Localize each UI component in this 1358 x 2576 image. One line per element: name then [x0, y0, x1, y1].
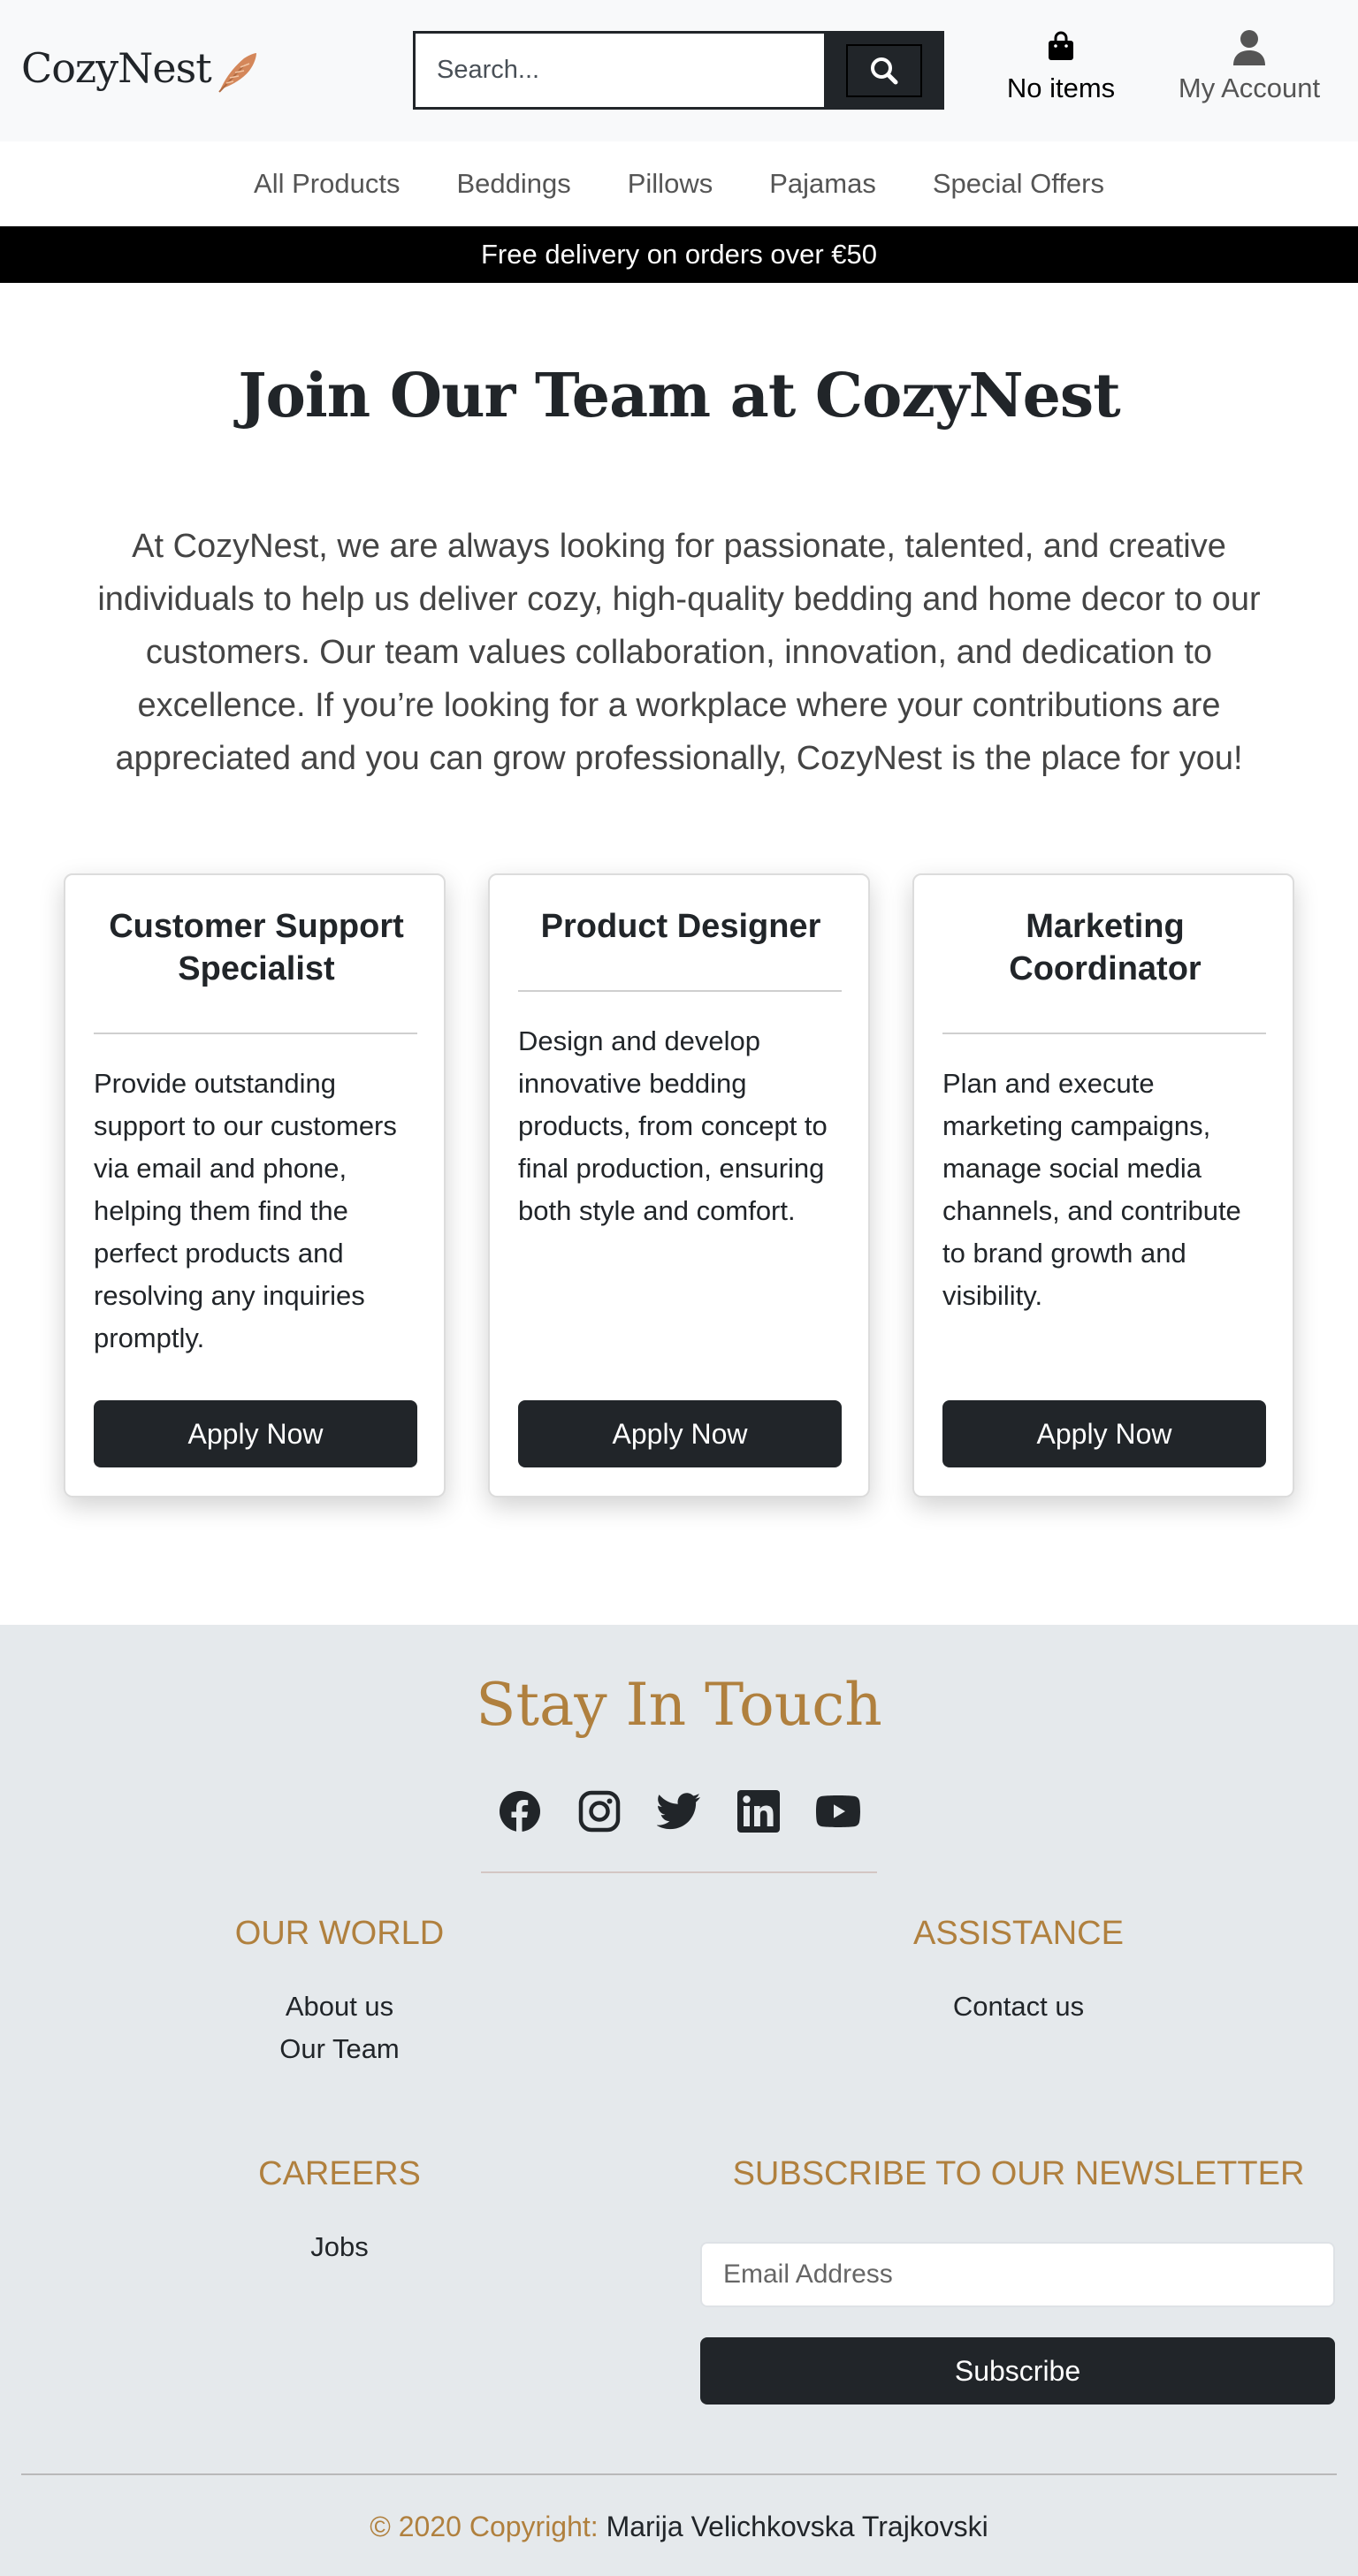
copyright-author-link[interactable]: Marija Velichkovska Trajkovski [607, 2511, 988, 2542]
social-links [0, 1789, 1358, 1833]
twitter-link[interactable] [657, 1789, 701, 1833]
footer-divider [481, 1871, 877, 1873]
intro-text: At CozyNest, we are always looking for p… [97, 528, 1261, 777]
job-description: Provide outstanding support to our custo… [94, 1068, 397, 1353]
facebook-icon [500, 1791, 540, 1832]
copyright: © 2020 Copyright: Marija Velichkovska Tr… [0, 2511, 1358, 2543]
user-icon [1233, 30, 1265, 65]
subscribe-button[interactable]: Subscribe [700, 2337, 1335, 2405]
footer-link-jobs[interactable]: Jobs [0, 2231, 679, 2263]
job-divider [518, 990, 842, 992]
logo-text[interactable]: CozyNest [21, 44, 212, 92]
job-title: Marketing Coordinator [1009, 908, 1202, 987]
youtube-icon [816, 1795, 860, 1827]
linkedin-link[interactable] [736, 1789, 781, 1833]
nav-item-pillows[interactable]: Pillows [628, 168, 713, 200]
job-divider [94, 1033, 417, 1034]
apply-button[interactable]: Apply Now [94, 1400, 417, 1467]
nav-item-special-offers[interactable]: Special Offers [933, 168, 1104, 200]
job-description: Design and develop innovative bedding pr… [518, 1025, 828, 1226]
instagram-icon [578, 1790, 621, 1833]
facebook-link[interactable] [498, 1789, 542, 1833]
account-link[interactable]: My Account [1165, 28, 1333, 104]
search-button[interactable] [824, 31, 944, 110]
promo-banner: Free delivery on orders over €50 [0, 226, 1358, 283]
footer-link-our-team[interactable]: Our Team [0, 2033, 679, 2065]
nav-item-pajamas[interactable]: Pajamas [769, 168, 876, 200]
account-label: My Account [1178, 72, 1321, 103]
job-title: Customer Support Specialist [109, 908, 404, 987]
twitter-icon [657, 1793, 700, 1830]
footer-bottom-divider [21, 2473, 1337, 2475]
apply-button[interactable]: Apply Now [942, 1400, 1266, 1467]
assistance-heading: ASSISTANCE [913, 1915, 1124, 1952]
job-divider [942, 1033, 1266, 1034]
job-card: Customer Support Specialist Provide outs… [64, 873, 446, 1498]
cart-link[interactable]: No items [990, 30, 1132, 104]
job-card: Marketing Coordinator Plan and execute m… [912, 873, 1294, 1498]
youtube-link[interactable] [816, 1789, 860, 1833]
cart-label: No items [1006, 72, 1116, 103]
footer-link-contact-us[interactable]: Contact us [679, 1991, 1358, 2023]
instagram-link[interactable] [577, 1789, 622, 1833]
job-title: Product Designer [540, 908, 821, 945]
footer-link-about-us[interactable]: About us [0, 1991, 679, 2023]
main-nav: All Products Beddings Pillows Pajamas Sp… [0, 141, 1358, 226]
page-title: Join Our Team at CozyNest [238, 361, 1120, 431]
shopping-bag-icon [1049, 31, 1073, 60]
email-field[interactable]: Email Address [700, 2242, 1335, 2307]
nav-item-all-products[interactable]: All Products [254, 168, 400, 200]
copyright-prefix: © 2020 Copyright: [370, 2511, 599, 2542]
linkedin-icon [737, 1790, 780, 1833]
job-card: Product Designer Design and develop inno… [488, 873, 870, 1498]
search-input[interactable]: Search... [413, 31, 827, 110]
nav-item-beddings[interactable]: Beddings [456, 168, 570, 200]
stay-in-touch-title: Stay In Touch [476, 1671, 882, 1739]
feather-icon [218, 53, 256, 93]
our-world-heading: OUR WORLD [234, 1915, 445, 1952]
newsletter-heading: SUBSCRIBE TO OUR NEWSLETTER [732, 2155, 1305, 2192]
header: CozyNest Search... No items My Account [0, 0, 1358, 141]
apply-button[interactable]: Apply Now [518, 1400, 842, 1467]
job-description: Plan and execute marketing campaigns, ma… [942, 1068, 1241, 1311]
footer: Stay In Touch OUR WORLD About us Our Tea… [0, 1625, 1358, 2576]
careers-heading: CAREERS [258, 2155, 421, 2192]
search-icon [871, 57, 898, 84]
